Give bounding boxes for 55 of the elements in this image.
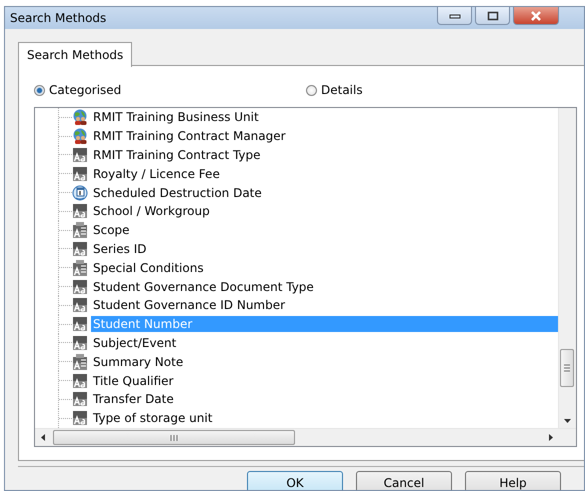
tree-item[interactable]: RMIT Training Contract Manager — [91, 128, 558, 144]
radio-label[interactable]: Details — [321, 83, 363, 97]
globe-people-icon — [72, 109, 88, 126]
tree-item[interactable]: School / Workgroup — [91, 203, 558, 220]
tree-item[interactable]: Summary Note — [91, 354, 558, 370]
text-field-icon — [72, 410, 88, 426]
tree-item[interactable]: Special Conditions — [91, 260, 558, 276]
tree-item[interactable]: Subject/Event — [91, 334, 558, 351]
tab[interactable]: Search Methods — [18, 42, 132, 67]
tree-item[interactable]: Scheduled Destruction Date — [91, 184, 558, 201]
tree-item[interactable]: RMIT Training Business Unit — [91, 109, 558, 126]
close-button[interactable] — [513, 7, 559, 25]
close-icon — [530, 10, 542, 20]
globe-people-icon — [72, 128, 88, 144]
tree-item[interactable]: Student Governance ID Number — [91, 297, 558, 314]
tree-item[interactable]: Series ID — [91, 240, 558, 257]
text-field-icon — [72, 203, 88, 220]
tree-item[interactable]: Royalty / Licence Fee — [91, 166, 558, 182]
dialog-button[interactable]: Cancel — [356, 471, 452, 490]
minimize-button[interactable] — [437, 7, 472, 25]
text-note-icon — [72, 354, 88, 370]
tree-item[interactable]: Title Qualifier — [91, 372, 558, 389]
text-field-icon — [72, 372, 88, 389]
text-field-icon — [72, 240, 88, 257]
tree-item[interactable]: Student Governance Document Type — [91, 278, 558, 295]
minimize-icon — [448, 12, 460, 18]
scroll-down-arrow[interactable] — [564, 419, 571, 423]
maximize-icon — [486, 10, 498, 20]
vertical-scrollbar[interactable] — [558, 108, 576, 428]
radio-button[interactable] — [34, 84, 45, 96]
text-note-icon — [72, 260, 88, 276]
tree-item[interactable]: Scope — [91, 222, 558, 238]
text-field-icon — [72, 316, 88, 332]
window-title: Search Methods — [9, 10, 106, 25]
dialog-button[interactable]: Help — [465, 471, 561, 490]
text-field-icon — [72, 166, 88, 182]
maximize-button[interactable] — [475, 7, 510, 25]
text-field-icon — [72, 334, 88, 351]
tree-item[interactable]: Type of storage unit — [91, 410, 558, 426]
horizontal-scrollbar[interactable] — [35, 428, 576, 446]
text-field-icon — [72, 297, 88, 314]
text-field-icon — [72, 278, 88, 295]
scroll-thumb[interactable] — [53, 430, 295, 445]
calendar-icon — [72, 184, 88, 201]
text-field-icon — [72, 146, 88, 163]
tree-item[interactable]: RMIT Training Contract Type — [91, 146, 558, 163]
scroll-right-arrow[interactable] — [549, 434, 553, 441]
text-note-icon — [72, 222, 88, 238]
radio-label[interactable]: Categorised — [49, 83, 122, 97]
scroll-thumb[interactable] — [560, 349, 574, 387]
radio-button[interactable] — [306, 84, 317, 96]
scroll-left-arrow[interactable] — [41, 434, 45, 441]
tree-item[interactable]: Transfer Date — [91, 391, 558, 408]
dialog-button[interactable]: OK — [247, 471, 343, 490]
text-field-icon — [72, 391, 88, 408]
